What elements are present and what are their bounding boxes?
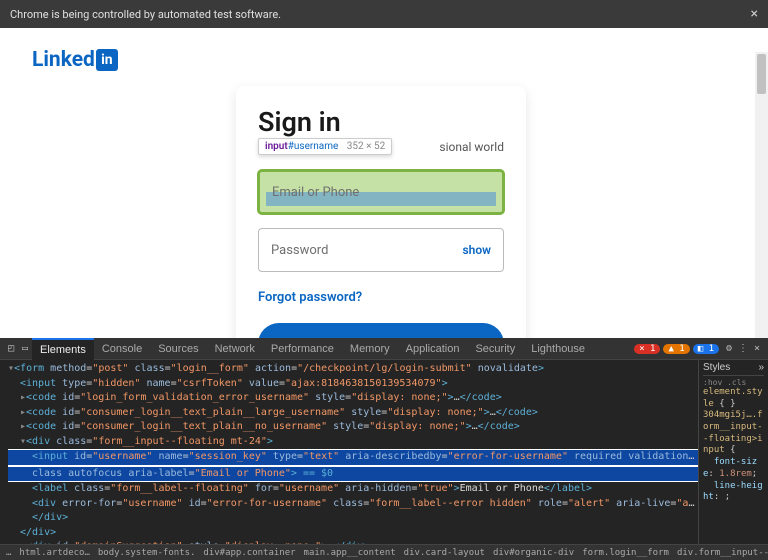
inspect-icon[interactable]: ◰ xyxy=(4,343,18,354)
breadcrumb-item[interactable]: div#app.container xyxy=(203,548,295,558)
styles-chevron-icon[interactable]: » xyxy=(758,362,764,373)
info-badge[interactable]: ◧ 1 xyxy=(693,344,719,354)
tab-sources[interactable]: Sources xyxy=(150,338,206,360)
password-field[interactable]: Password show xyxy=(258,228,504,272)
dom-line[interactable]: </div> xyxy=(8,511,698,526)
breadcrumb-item[interactable]: div#organic-div xyxy=(493,548,574,558)
signin-heading: Sign in xyxy=(258,106,504,138)
page-viewport: Linked in Sign in input#username 352 × 5… xyxy=(0,28,768,342)
devtools-panel: ◰ ▭ Elements Console Sources Network Per… xyxy=(0,338,768,560)
forgot-password-link[interactable]: Forgot password? xyxy=(258,290,362,305)
style-rule[interactable]: element.style { } xyxy=(703,387,764,410)
breadcrumb-item[interactable]: form.login__form xyxy=(582,548,669,558)
dom-line[interactable]: ▸<code id="consumer_login__text_plain__l… xyxy=(8,406,698,421)
dom-line[interactable]: ▸<code id="login_form_validation_error_u… xyxy=(8,391,698,406)
tab-elements[interactable]: Elements xyxy=(32,338,94,360)
subtitle-fragment: sional world xyxy=(439,140,504,154)
dom-line[interactable]: class autofocus aria-label="Email or Pho… xyxy=(8,466,698,483)
gear-icon[interactable]: ⚙ xyxy=(722,343,736,354)
styles-rules: element.style { }304mgi5j….form__input--… xyxy=(703,387,764,504)
email-placeholder: Email or Phone xyxy=(272,185,359,200)
tab-memory[interactable]: Memory xyxy=(342,338,398,360)
tab-console[interactable]: Console xyxy=(94,338,150,360)
dom-line[interactable]: ▸<code id="consumer_login__text_plain__n… xyxy=(8,420,698,435)
tab-security[interactable]: Security xyxy=(467,338,523,360)
breadcrumb-item[interactable]: … xyxy=(6,548,11,558)
dom-line[interactable]: ▾<div class="form__input--floating mt-24… xyxy=(8,435,698,450)
show-password-link[interactable]: show xyxy=(462,243,491,257)
styles-pane[interactable]: Styles » :hov .cls element.style { }304m… xyxy=(698,360,768,544)
tab-network[interactable]: Network xyxy=(207,338,263,360)
devtools-body: ▾<form method="post" class="login__form"… xyxy=(0,360,768,544)
password-placeholder: Password xyxy=(271,243,328,258)
tab-performance[interactable]: Performance xyxy=(263,338,342,360)
tooltip-dimensions: 352 × 52 xyxy=(347,141,385,152)
dom-breadcrumbs[interactable]: … html.artdeco… body.system-fonts. div#app.… xyxy=(0,544,768,560)
breadcrumb-item[interactable]: body.system-fonts. xyxy=(98,548,196,558)
breadcrumb-item[interactable]: main.app__content xyxy=(304,548,396,558)
signin-card: Sign in input#username 352 × 52 sional w… xyxy=(236,86,526,342)
dom-line[interactable]: <div error-for="username" id="error-for-… xyxy=(8,497,698,512)
style-rule[interactable]: font-size: 1.8rem; xyxy=(703,457,764,480)
device-toggle-icon[interactable]: ▭ xyxy=(18,343,32,354)
devtools-inspect-tooltip: input#username 352 × 52 xyxy=(258,138,392,155)
tab-lighthouse[interactable]: Lighthouse xyxy=(523,338,593,360)
linkedin-logo[interactable]: Linked in xyxy=(32,48,118,72)
automation-message: Chrome is being controlled by automated … xyxy=(10,8,281,21)
dom-line[interactable]: <input id="username" name="session_key" … xyxy=(8,449,698,466)
close-icon[interactable]: × xyxy=(751,6,758,22)
error-badge[interactable]: × 1 xyxy=(634,344,660,354)
tooltip-id: #username xyxy=(288,141,339,152)
logo-text: Linked xyxy=(32,48,95,72)
signin-subtitle-row: input#username 352 × 52 sional world xyxy=(258,140,504,154)
scrollbar-track[interactable] xyxy=(755,52,768,342)
dom-tree[interactable]: ▾<form method="post" class="login__form"… xyxy=(0,360,698,544)
automation-info-bar: Chrome is being controlled by automated … xyxy=(0,0,768,28)
tab-application[interactable]: Application xyxy=(398,338,468,360)
logo-in-icon: in xyxy=(96,49,118,71)
more-icon[interactable]: ⋮ xyxy=(736,343,750,354)
scrollbar-thumb[interactable] xyxy=(757,54,766,94)
dom-line[interactable]: ▾<form method="post" class="login__form"… xyxy=(8,362,698,377)
dom-line[interactable]: <input type="hidden" name="csrfToken" va… xyxy=(8,377,698,392)
styles-header: Styles xyxy=(703,362,730,373)
breadcrumb-item[interactable]: div.card-layout xyxy=(404,548,485,558)
tooltip-selector: input xyxy=(265,141,288,152)
dom-line[interactable]: <label class="form__label--floating" for… xyxy=(8,482,698,497)
devtools-tabbar: ◰ ▭ Elements Console Sources Network Per… xyxy=(0,338,768,360)
breadcrumb-item[interactable]: html.artdeco… xyxy=(19,548,89,558)
breadcrumb-item[interactable]: div.form__input--floating.mt-… xyxy=(677,548,768,558)
style-rule[interactable]: line-height: ; xyxy=(703,481,764,504)
style-rule[interactable]: 304mgi5j….form__input--floating>input { xyxy=(703,410,764,457)
warning-badge[interactable]: ▲ 1 xyxy=(663,344,689,354)
close-devtools-icon[interactable]: × xyxy=(750,343,764,354)
dom-line[interactable]: </div> xyxy=(8,526,698,541)
styles-filter[interactable]: :hov .cls xyxy=(703,378,764,387)
email-field[interactable]: Email or Phone xyxy=(258,170,504,214)
